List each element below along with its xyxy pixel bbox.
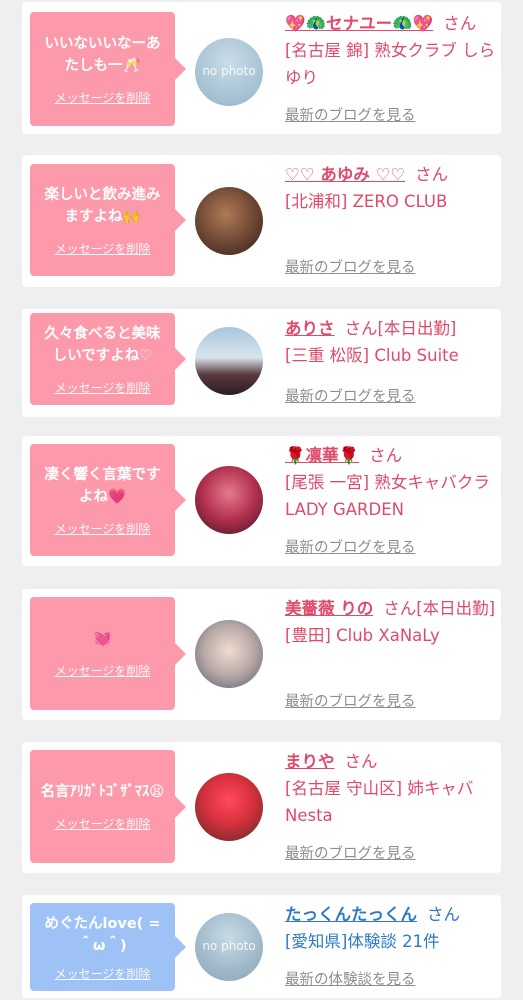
delete-message-link[interactable]: メッセージを削除	[55, 520, 151, 537]
latest-blog-link[interactable]: 最新のブログを見る	[285, 104, 416, 125]
shop-detail: [豊田] Club XaNaLy	[285, 626, 440, 645]
message-card: めぐたんlove( =＾ω＾) メッセージを削除 no photo たっくんたっ…	[22, 895, 501, 998]
delete-message-link[interactable]: メッセージを削除	[55, 815, 151, 832]
message-text: 凄く響く言葉ですよね💗	[44, 466, 161, 505]
after-name: さん[本日出勤]	[383, 599, 496, 618]
avatar[interactable]	[195, 327, 263, 395]
message-card: いいないいなーあたしも一🥂 メッセージを削除 no photo 💖🦚セナユー🦚💖…	[22, 2, 501, 134]
message-text: めぐたんlove( =＾ω＾)	[44, 915, 161, 954]
delete-message-link[interactable]: メッセージを削除	[55, 379, 151, 396]
user-info: 🌹凛華🌹 さん [尾張 一宮] 熟女キャバクラ LADY GARDEN	[285, 442, 497, 523]
latest-blog-link[interactable]: 最新のブログを見る	[285, 690, 416, 711]
message-bubble: 💓 メッセージを削除	[30, 597, 186, 710]
user-info: 美薔薇 りの さん[本日出勤] [豊田] Club XaNaLy	[285, 595, 497, 649]
user-name-link[interactable]: たっくんたっくん	[285, 905, 417, 924]
shop-detail: [三重 松阪] Club Suite	[285, 346, 459, 365]
avatar[interactable]	[195, 620, 263, 688]
latest-blog-link[interactable]: 最新のブログを見る	[285, 385, 416, 406]
message-card: 久々食べると美味しいですよね♡ メッセージを削除 ありさ さん[本日出勤] [三重…	[22, 309, 501, 417]
no-photo-label: no photo	[202, 64, 256, 78]
latest-blog-link[interactable]: 最新のブログを見る	[285, 842, 416, 863]
message-card: 💓 メッセージを削除 美薔薇 りの さん[本日出勤] [豊田] Club XaNa…	[22, 589, 501, 720]
message-bubble: 久々食べると美味しいですよね♡ メッセージを削除	[30, 313, 186, 405]
message-text: 名言ｱﾘｶﾞﾄｺﾞｻﾞﾏｽ😫	[40, 784, 165, 800]
latest-review-link[interactable]: 最新の体験談を見る	[285, 968, 416, 989]
honorific: さん	[443, 14, 477, 33]
message-card: 名言ｱﾘｶﾞﾄｺﾞｻﾞﾏｽ😫 メッセージを削除 まりや さん [名古屋 守山区] …	[22, 742, 501, 873]
user-info: ♡♡ あゆみ ♡♡ さん [北浦和] ZERO CLUB	[285, 161, 497, 215]
avatar[interactable]: no photo	[195, 38, 263, 106]
user-name-link[interactable]: 🌹凛華🌹	[285, 446, 359, 465]
shop-detail: [名古屋 錦] 熟女クラブ しらゆり	[285, 41, 496, 87]
message-text: 楽しいと飲み進みますよね🙌	[44, 186, 161, 225]
shop-detail: [尾張 一宮] 熟女キャバクラ LADY GARDEN	[285, 473, 490, 519]
user-info: まりや さん [名古屋 守山区] 姉キャバ Nesta	[285, 748, 497, 829]
message-card: 凄く響く言葉ですよね💗 メッセージを削除 🌹凛華🌹 さん [尾張 一宮] 熟女キャ…	[22, 436, 501, 566]
message-bubble: 楽しいと飲み進みますよね🙌 メッセージを削除	[30, 164, 186, 276]
delete-message-link[interactable]: メッセージを削除	[55, 965, 151, 982]
message-text: いいないいなーあたしも一🥂	[44, 35, 161, 74]
user-name-link[interactable]: まりや	[285, 752, 335, 771]
avatar[interactable]: no photo	[195, 913, 263, 981]
delete-message-link[interactable]: メッセージを削除	[55, 662, 151, 679]
user-info: 💖🦚セナユー🦚💖 さん [名古屋 錦] 熟女クラブ しらゆり	[285, 10, 497, 91]
message-bubble: いいないいなーあたしも一🥂 メッセージを削除	[30, 12, 186, 126]
after-name: さん[本日出勤]	[344, 319, 457, 338]
message-text: 久々食べると美味しいですよね♡	[44, 325, 161, 364]
latest-blog-link[interactable]: 最新のブログを見る	[285, 256, 416, 277]
latest-blog-link[interactable]: 最新のブログを見る	[285, 536, 416, 557]
no-photo-label: no photo	[202, 939, 256, 953]
message-bubble: めぐたんlove( =＾ω＾) メッセージを削除	[30, 903, 186, 991]
avatar[interactable]	[195, 466, 263, 534]
message-text: 💓	[93, 631, 112, 647]
user-name-link[interactable]: ♡♡ あゆみ ♡♡	[285, 165, 405, 184]
message-card: 楽しいと飲み進みますよね🙌 メッセージを削除 ♡♡ あゆみ ♡♡ さん [北浦和]…	[22, 155, 501, 287]
avatar[interactable]	[195, 187, 263, 255]
shop-detail: [名古屋 守山区] 姉キャバ Nesta	[285, 779, 474, 825]
honorific: さん	[369, 446, 403, 465]
user-info: たっくんたっくん さん [愛知県]体験談 21件	[285, 901, 497, 955]
message-bubble: 名言ｱﾘｶﾞﾄｺﾞｻﾞﾏｽ😫 メッセージを削除	[30, 750, 186, 863]
message-bubble: 凄く響く言葉ですよね💗 メッセージを削除	[30, 444, 186, 556]
user-info: ありさ さん[本日出勤] [三重 松阪] Club Suite	[285, 315, 497, 369]
delete-message-link[interactable]: メッセージを削除	[55, 89, 151, 106]
honorific: さん	[427, 905, 460, 924]
review-detail: [愛知県]体験談 21件	[285, 932, 440, 951]
delete-message-link[interactable]: メッセージを削除	[55, 240, 151, 257]
user-name-link[interactable]: 美薔薇 りの	[285, 599, 373, 618]
honorific: さん	[415, 165, 449, 184]
avatar[interactable]	[195, 773, 263, 841]
user-name-link[interactable]: ありさ	[285, 319, 335, 338]
user-name-link[interactable]: 💖🦚セナユー🦚💖	[285, 14, 433, 33]
shop-detail: [北浦和] ZERO CLUB	[285, 192, 448, 211]
honorific: さん	[344, 752, 378, 771]
